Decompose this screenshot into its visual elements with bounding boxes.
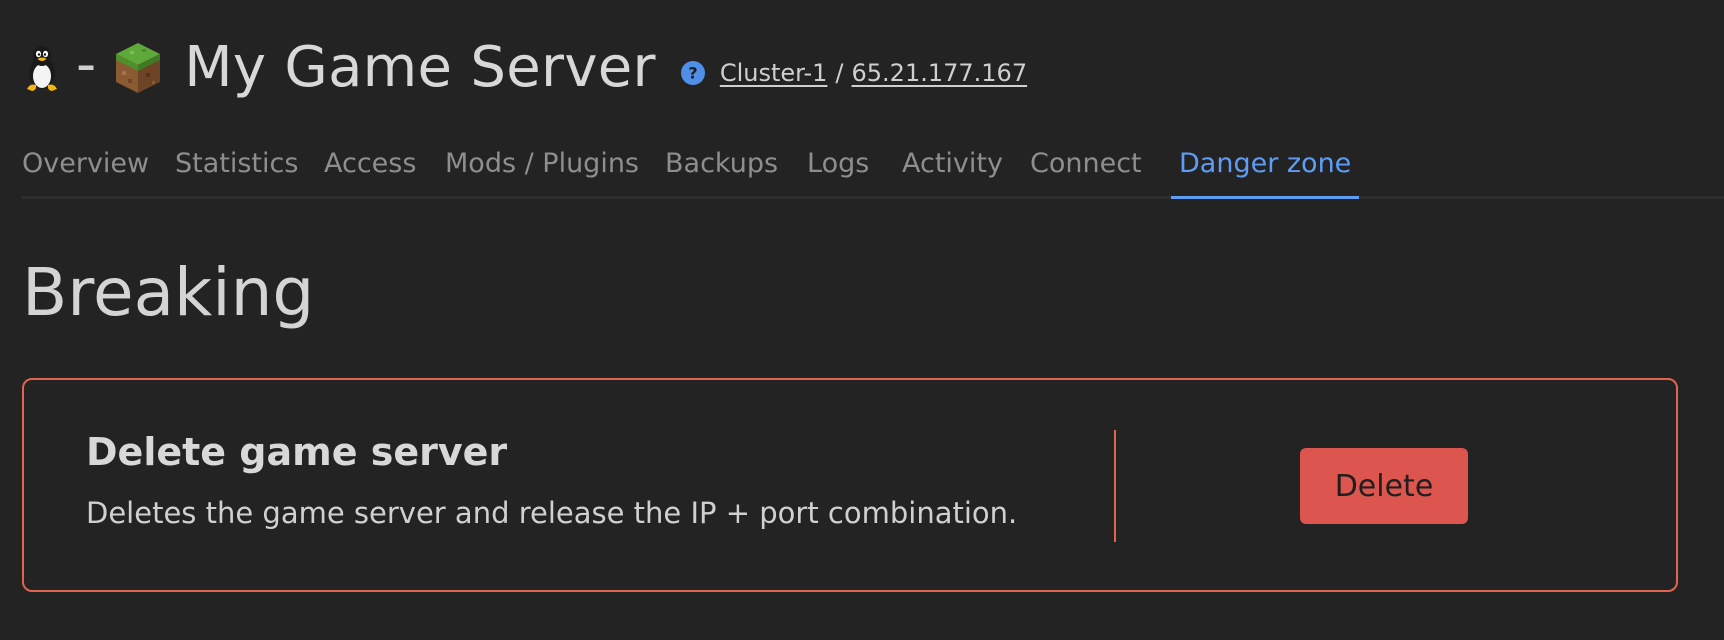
tab-backups[interactable]: Backups: [665, 140, 807, 188]
card-divider: [1114, 430, 1116, 542]
tab-logs[interactable]: Logs: [807, 140, 902, 188]
tab-bar: Overview Statistics Access Mods / Plugin…: [22, 140, 1724, 199]
page-header: - My Game Server ? Cluster-1 / 65.21.177…: [22, 28, 1027, 108]
linux-tux-icon: [27, 46, 57, 91]
danger-card: Delete game server Deletes the game serv…: [22, 378, 1678, 592]
cluster-link[interactable]: Cluster-1: [720, 59, 828, 87]
delete-server-description: Deletes the game server and release the …: [86, 495, 1018, 530]
delete-server-info: Delete game server Deletes the game serv…: [86, 430, 1106, 531]
svg-text:?: ?: [688, 64, 697, 83]
section-title: Breaking: [22, 254, 315, 331]
tab-danger-zone[interactable]: Danger zone: [1171, 140, 1360, 199]
tab-activity[interactable]: Activity: [902, 140, 1030, 188]
page-title: My Game Server: [184, 35, 656, 100]
title-separator: -: [76, 32, 97, 97]
minecraft-grass-block-icon: [116, 43, 161, 93]
page: - My Game Server ? Cluster-1 / 65.21.177…: [0, 0, 1724, 640]
tab-connect[interactable]: Connect: [1030, 140, 1179, 188]
delete-server-heading: Delete game server: [86, 430, 508, 474]
tab-overview[interactable]: Overview: [22, 140, 175, 188]
tab-statistics[interactable]: Statistics: [175, 140, 324, 188]
ip-address-link[interactable]: 65.21.177.167: [852, 59, 1028, 87]
delete-button[interactable]: Delete: [1300, 448, 1468, 524]
server-location: Cluster-1 / 65.21.177.167: [720, 59, 1027, 87]
tab-access[interactable]: Access: [324, 140, 445, 188]
location-separator: /: [835, 59, 844, 87]
tab-mods-plugins[interactable]: Mods / Plugins: [445, 140, 665, 188]
question-circle-icon[interactable]: ?: [680, 60, 706, 86]
